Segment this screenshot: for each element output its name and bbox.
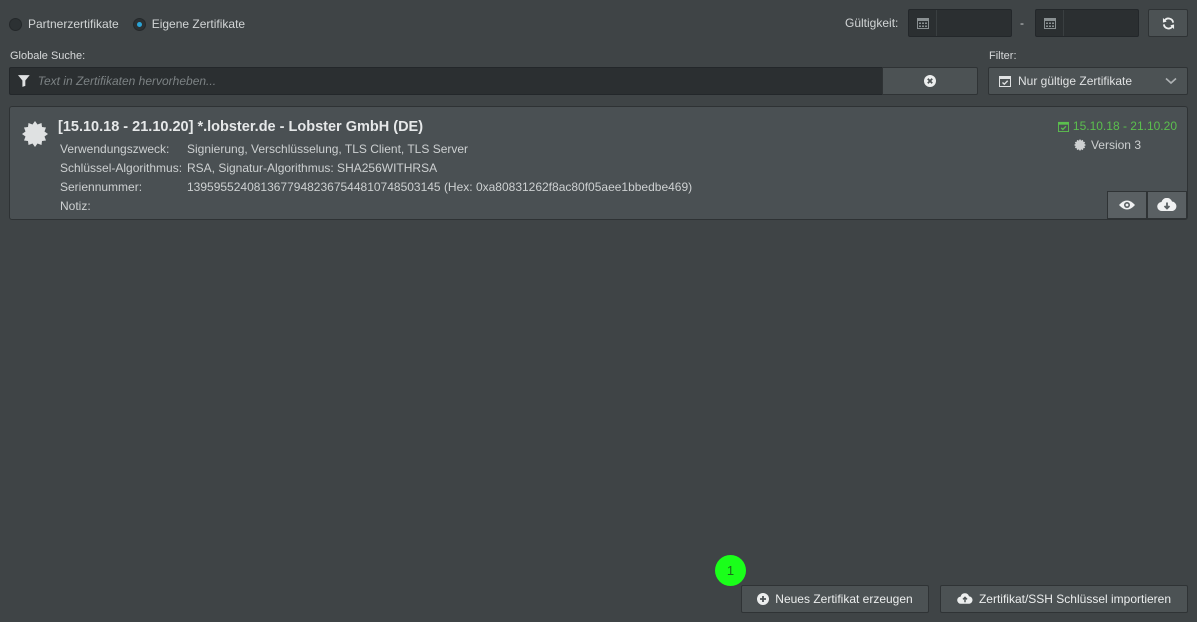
- import-certificate-label: Zertifikat/SSH Schlüssel importieren: [978, 592, 1172, 606]
- download-certificate-button[interactable]: [1147, 191, 1187, 219]
- cloud-upload-icon: [957, 593, 973, 604]
- radio-own-certificates[interactable]: [132, 17, 146, 31]
- prop-key-algorithm: Schlüssel-Algorithmus:: [60, 161, 183, 175]
- prop-note: Notiz:: [60, 199, 91, 213]
- validity-from-input[interactable]: [908, 9, 1012, 37]
- search-field-wrapper[interactable]: [9, 67, 882, 95]
- filter-label: Filter:: [989, 50, 1017, 62]
- val-serial-number: 13959552408136779482367544810748503145 (…: [187, 180, 693, 194]
- calendar-check-icon: [999, 76, 1011, 87]
- view-certificate-button[interactable]: [1107, 191, 1147, 219]
- clear-search-button[interactable]: [882, 67, 978, 95]
- refresh-button[interactable]: [1148, 9, 1188, 37]
- clear-circle-icon: [924, 75, 936, 87]
- filter-select[interactable]: Nur gültige Zertifikate: [988, 67, 1188, 95]
- version-text: Version 3: [1090, 138, 1141, 152]
- val-key-algorithm: RSA, Signatur-Algorithmus: SHA256WITHRSA: [187, 161, 438, 175]
- validity-label: Gültigkeit:: [845, 16, 899, 30]
- val-key-usage: Signierung, Verschlüsselung, TLS Client,…: [187, 142, 469, 156]
- validity-separator: -: [1020, 16, 1024, 30]
- global-search: [9, 67, 978, 95]
- chevron-down-icon: [1165, 77, 1177, 85]
- valid-range-text: 15.10.18 - 21.10.20: [1072, 119, 1177, 133]
- radio-partner-certificates[interactable]: [9, 17, 22, 31]
- certificate-valid-range: 15.10.18 - 21.10.20: [1057, 119, 1177, 133]
- plus-circle-icon: [757, 593, 770, 605]
- radio-own-label[interactable]: Eigene Zertifikate: [152, 17, 245, 31]
- calendar-check-icon: [1057, 121, 1069, 132]
- certificate-title: [15.10.18 - 21.10.20] *.lobster.de - Lob…: [58, 119, 424, 135]
- certificate-version: Version 3: [1073, 138, 1141, 152]
- radio-partner-label[interactable]: Partnerzertifikate: [28, 17, 119, 31]
- new-certificate-button[interactable]: Neues Zertifikat erzeugen: [741, 585, 929, 613]
- certificate-card[interactable]: [15.10.18 - 21.10.20] *.lobster.de - Lob…: [9, 106, 1188, 220]
- certificate-type-radios: Partnerzertifikate Eigene Zertifikate: [9, 15, 253, 33]
- certificate-actions: [1107, 191, 1187, 219]
- calendar-icon: [909, 10, 937, 36]
- import-certificate-button[interactable]: Zertifikat/SSH Schlüssel importieren: [940, 585, 1188, 613]
- filter-funnel-icon: [18, 75, 30, 87]
- validity-to-input[interactable]: [1035, 9, 1139, 37]
- global-search-label: Globale Suche:: [10, 50, 86, 62]
- eye-icon: [1119, 200, 1135, 210]
- prop-serial-number: Seriennummer:: [60, 180, 143, 194]
- cloud-download-icon: [1157, 198, 1177, 212]
- new-certificate-label: Neues Zertifikat erzeugen: [775, 592, 913, 606]
- filter-selected-value: Nur gültige Zertifikate: [1018, 74, 1133, 88]
- certificate-badge-icon: [22, 121, 48, 150]
- search-input[interactable]: [37, 74, 882, 88]
- refresh-icon: [1162, 17, 1174, 29]
- calendar-icon: [1036, 10, 1064, 36]
- step-marker: 1: [715, 555, 746, 586]
- prop-key-usage: Verwendungszweck:: [60, 142, 170, 156]
- certificate-badge-small-icon: [1073, 139, 1086, 151]
